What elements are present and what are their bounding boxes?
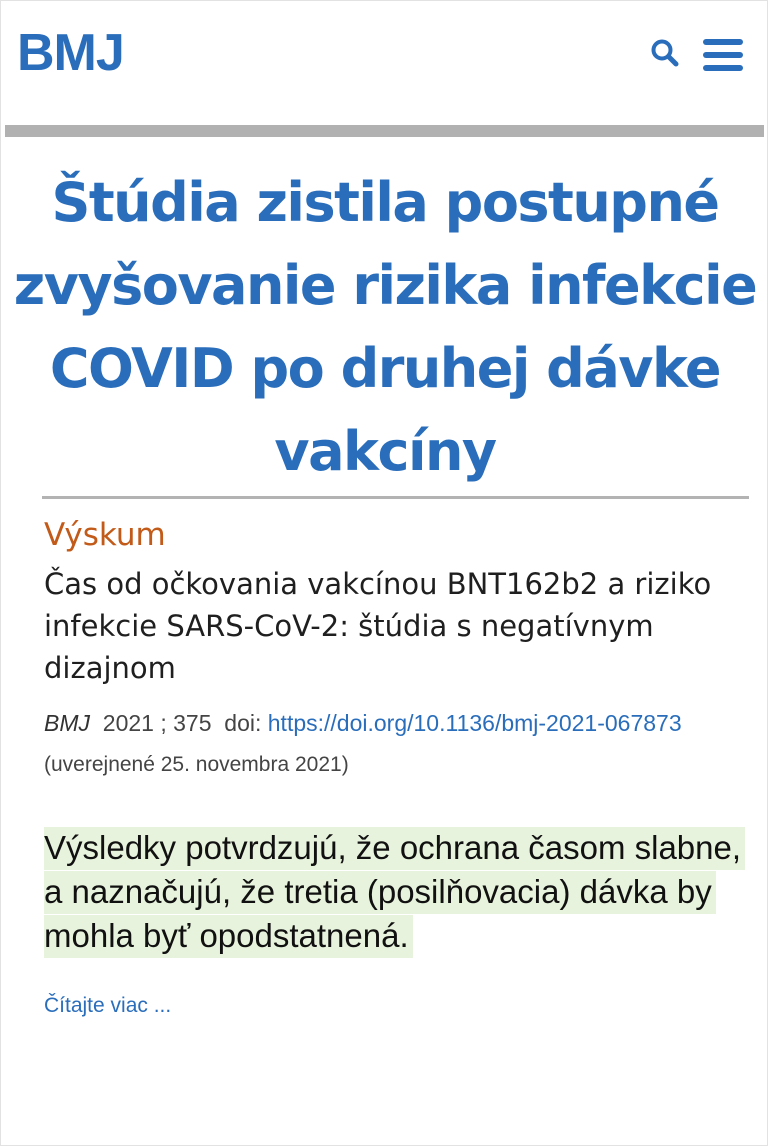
article-title[interactable]: Čas od očkovania vakcínou BNT162b2 a riz… [44, 563, 744, 689]
highlighted-summary: Výsledky potvrdzujú, že ochrana časom sl… [44, 827, 746, 958]
hamburger-menu-icon [703, 39, 743, 71]
citation-journal: BMJ [44, 710, 90, 736]
read-more-link[interactable]: Čítajte viac ... [44, 991, 171, 1021]
menu-button[interactable] [701, 37, 745, 73]
section-divider [42, 496, 749, 499]
bmj-logo[interactable]: BMJ [17, 21, 125, 85]
citation-doi-label: doi: [224, 710, 262, 736]
headline-line: Štúdia zistila postupné [51, 171, 720, 234]
article-category: Výskum [44, 517, 166, 553]
summary-text: Výsledky potvrdzujú, že ochrana časom sl… [44, 826, 746, 958]
publication-date: (uverejnené 25. novembra 2021) [44, 753, 349, 776]
article-citation: BMJ 2021 ; 375 doi: https://doi.org/10.1… [44, 703, 744, 785]
headline-line: vakcíny [274, 420, 497, 483]
headline: Štúdia zistila postupné zvyšovanie rizik… [1, 161, 768, 493]
citation-year-volume: 2021 ; 375 [102, 710, 212, 736]
headline-line: COVID po druhej dávke [49, 337, 722, 400]
header-divider [5, 125, 764, 137]
doi-link[interactable]: https://doi.org/10.1136/bmj-2021-067873 [268, 710, 682, 736]
page-frame: BMJ Štúdia zistila postupné zvyšovanie r… [0, 0, 768, 1146]
search-button[interactable] [649, 37, 681, 69]
headline-line: zvyšovanie rizika infekcie [13, 254, 758, 317]
search-icon [651, 39, 679, 67]
